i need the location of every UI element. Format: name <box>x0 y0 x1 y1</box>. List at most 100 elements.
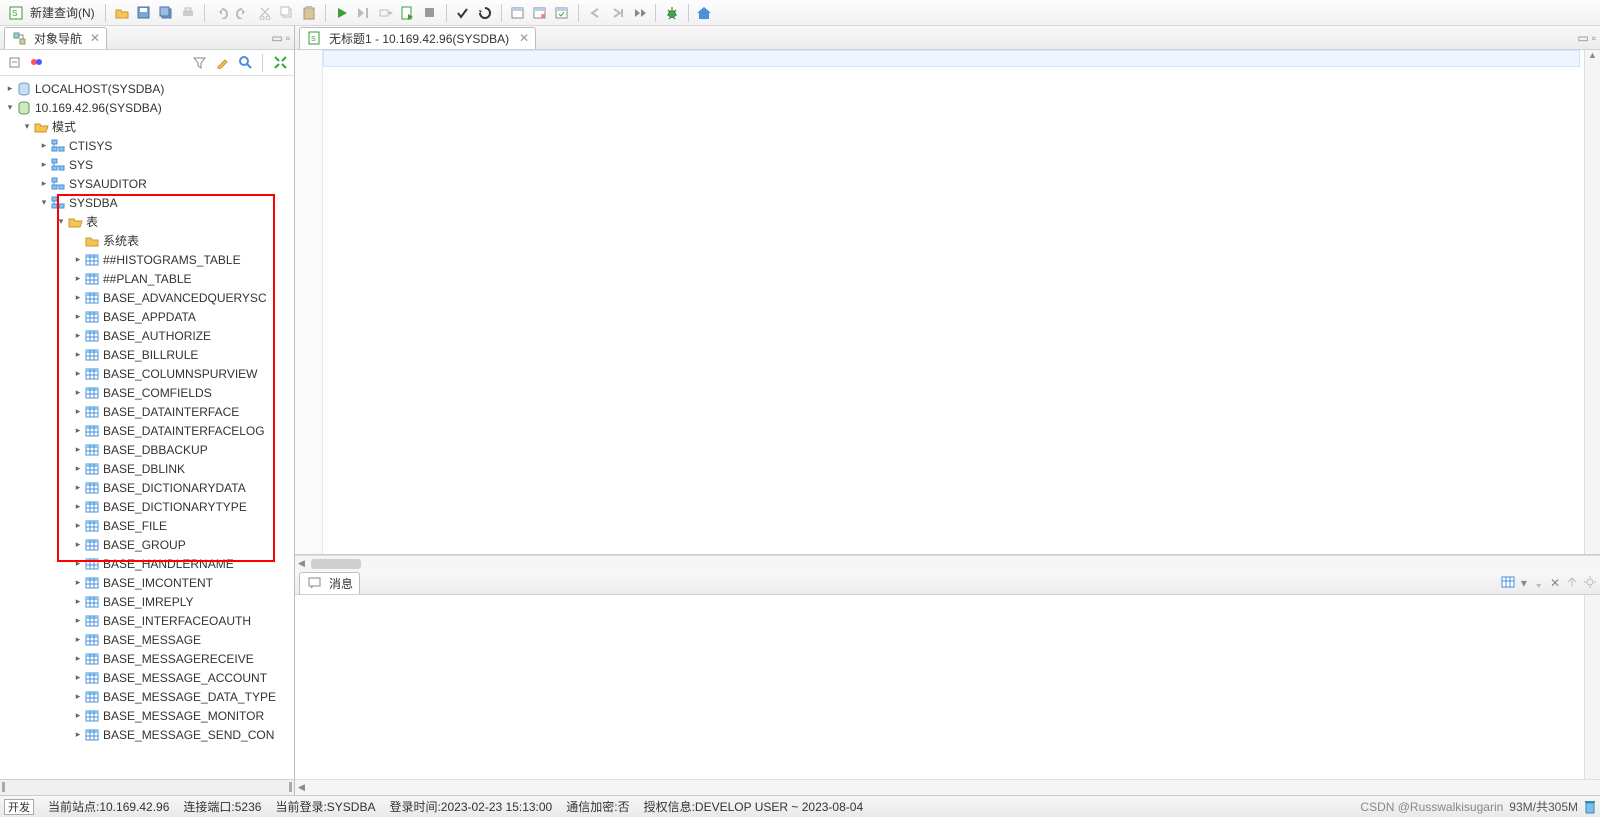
db-node-localhost[interactable]: ▸LOCALHOST(SYSDBA) <box>0 79 294 98</box>
expand-arrow-icon[interactable]: ▸ <box>72 463 84 474</box>
run-selection-icon[interactable] <box>376 3 396 23</box>
close-icon[interactable]: ✕ <box>90 31 100 45</box>
expand-arrow-icon[interactable]: ▸ <box>72 444 84 455</box>
expand-arrow-icon[interactable]: ▸ <box>72 691 84 702</box>
expand-arrow-icon[interactable]: ▸ <box>72 254 84 265</box>
expand-arrow-icon[interactable]: ▸ <box>72 387 84 398</box>
table-node[interactable]: ▸BASE_DICTIONARYDATA <box>0 478 294 497</box>
save-all-icon[interactable] <box>156 3 176 23</box>
editor-body[interactable] <box>323 50 1584 554</box>
editor-horizontal-scrollbar[interactable]: ◀ <box>295 555 1600 571</box>
table-node[interactable]: ▸BASE_DBLINK <box>0 459 294 478</box>
expand-arrow-icon[interactable]: ▸ <box>72 406 84 417</box>
grid-mode-icon[interactable] <box>1501 576 1515 590</box>
expand-arrow-icon[interactable]: ▸ <box>4 83 16 94</box>
debug-icon[interactable] <box>662 3 682 23</box>
nav-back-icon[interactable] <box>585 3 605 23</box>
commit-icon[interactable] <box>453 3 473 23</box>
expand-icon[interactable] <box>270 53 290 73</box>
schemas-folder[interactable]: ▾模式 <box>0 117 294 136</box>
left-horizontal-scrollbar[interactable] <box>0 779 294 795</box>
expand-arrow-icon[interactable]: ▸ <box>72 482 84 493</box>
messages-horizontal-scrollbar[interactable]: ◀ <box>295 779 1600 795</box>
save-icon[interactable] <box>134 3 154 23</box>
expand-arrow-icon[interactable]: ▸ <box>72 368 84 379</box>
expand-arrow-icon[interactable]: ▾ <box>38 197 50 208</box>
schema-node[interactable]: ▸SYS <box>0 155 294 174</box>
restore-icon[interactable]: ▫ <box>286 31 290 45</box>
redo-icon[interactable] <box>233 3 253 23</box>
maximize-icon[interactable]: ▫ <box>1592 31 1596 45</box>
paste-icon[interactable] <box>299 3 319 23</box>
system-tables-folder[interactable]: ▸系统表 <box>0 231 294 250</box>
copy-icon[interactable] <box>277 3 297 23</box>
expand-arrow-icon[interactable]: ▸ <box>72 672 84 683</box>
table-node[interactable]: ▸BASE_DICTIONARYTYPE <box>0 497 294 516</box>
db-node-remote[interactable]: ▾10.169.42.96(SYSDBA) <box>0 98 294 117</box>
schema-node[interactable]: ▸CTISYS <box>0 136 294 155</box>
expand-arrow-icon[interactable]: ▸ <box>72 653 84 664</box>
calendar2-icon[interactable] <box>530 3 550 23</box>
table-node[interactable]: ▸BASE_AUTHORIZE <box>0 326 294 345</box>
calendar-icon[interactable] <box>508 3 528 23</box>
expand-arrow-icon[interactable]: ▸ <box>72 539 84 550</box>
clear-icon[interactable]: ✕ <box>1550 576 1560 590</box>
filter-icon[interactable] <box>189 53 209 73</box>
pin-icon[interactable] <box>1533 576 1544 590</box>
expand-arrow-icon[interactable]: ▸ <box>72 558 84 569</box>
expand-arrow-icon[interactable]: ▸ <box>72 577 84 588</box>
minimize-icon[interactable]: ▭ <box>271 31 282 45</box>
expand-arrow-icon[interactable]: ▸ <box>72 349 84 360</box>
run-step-icon[interactable] <box>354 3 374 23</box>
schema-node[interactable]: ▸SYSAUDITOR <box>0 174 294 193</box>
expand-arrow-icon[interactable]: ▸ <box>72 501 84 512</box>
table-node[interactable]: ▸BASE_IMREPLY <box>0 592 294 611</box>
home-icon[interactable] <box>695 3 715 23</box>
dropdown-icon[interactable]: ▾ <box>1521 576 1527 590</box>
object-nav-tab[interactable]: 对象导航 ✕ <box>4 27 107 49</box>
expand-arrow-icon[interactable]: ▾ <box>55 216 67 227</box>
table-node[interactable]: ▸##HISTOGRAMS_TABLE <box>0 250 294 269</box>
expand-arrow-icon[interactable]: ▸ <box>72 634 84 645</box>
table-node[interactable]: ▸##PLAN_TABLE <box>0 269 294 288</box>
open-icon[interactable] <box>112 3 132 23</box>
editor-vertical-scrollbar[interactable]: ▲ <box>1584 50 1600 554</box>
table-node[interactable]: ▸BASE_BILLRULE <box>0 345 294 364</box>
cut-icon[interactable] <box>255 3 275 23</box>
rollback-icon[interactable] <box>475 3 495 23</box>
settings-icon[interactable] <box>1584 576 1596 590</box>
expand-arrow-icon[interactable]: ▸ <box>72 292 84 303</box>
table-node[interactable]: ▸BASE_MESSAGE_ACCOUNT <box>0 668 294 687</box>
edit-icon[interactable] <box>212 53 232 73</box>
table-node[interactable]: ▸BASE_MESSAGE_MONITOR <box>0 706 294 725</box>
editor-tab[interactable]: S 无标题1 - 10.169.42.96(SYSDBA) ✕ <box>299 27 536 49</box>
search-icon[interactable] <box>235 53 255 73</box>
messages-vertical-scrollbar[interactable] <box>1584 595 1600 779</box>
minimize-icon[interactable]: ▭ <box>1577 31 1588 45</box>
link-editor-icon[interactable] <box>27 53 47 73</box>
expand-arrow-icon[interactable]: ▸ <box>38 140 50 151</box>
schema-sysdba[interactable]: ▾SYSDBA <box>0 193 294 212</box>
close-icon[interactable]: ✕ <box>519 31 529 45</box>
run-icon[interactable] <box>332 3 352 23</box>
table-node[interactable]: ▸BASE_INTERFACEOAUTH <box>0 611 294 630</box>
new-query-button[interactable]: S 新建查询(N) <box>4 3 99 23</box>
tree-view[interactable]: ▸LOCALHOST(SYSDBA)▾10.169.42.96(SYSDBA)▾… <box>0 76 294 779</box>
table-node[interactable]: ▸BASE_GROUP <box>0 535 294 554</box>
skip-icon[interactable] <box>629 3 649 23</box>
export-icon[interactable] <box>1566 576 1578 590</box>
stop-icon[interactable] <box>420 3 440 23</box>
table-node[interactable]: ▸BASE_MESSAGE_SEND_CON <box>0 725 294 744</box>
table-node[interactable]: ▸BASE_HANDLERNAME <box>0 554 294 573</box>
trash-icon[interactable] <box>1584 800 1596 814</box>
table-node[interactable]: ▸BASE_MESSAGE <box>0 630 294 649</box>
expand-arrow-icon[interactable]: ▸ <box>72 596 84 607</box>
expand-arrow-icon[interactable]: ▸ <box>72 520 84 531</box>
print-icon[interactable] <box>178 3 198 23</box>
expand-arrow-icon[interactable]: ▸ <box>72 425 84 436</box>
expand-arrow-icon[interactable]: ▸ <box>38 159 50 170</box>
tables-folder[interactable]: ▾表 <box>0 212 294 231</box>
undo-icon[interactable] <box>211 3 231 23</box>
expand-arrow-icon[interactable]: ▸ <box>38 178 50 189</box>
expand-arrow-icon[interactable]: ▸ <box>72 311 84 322</box>
